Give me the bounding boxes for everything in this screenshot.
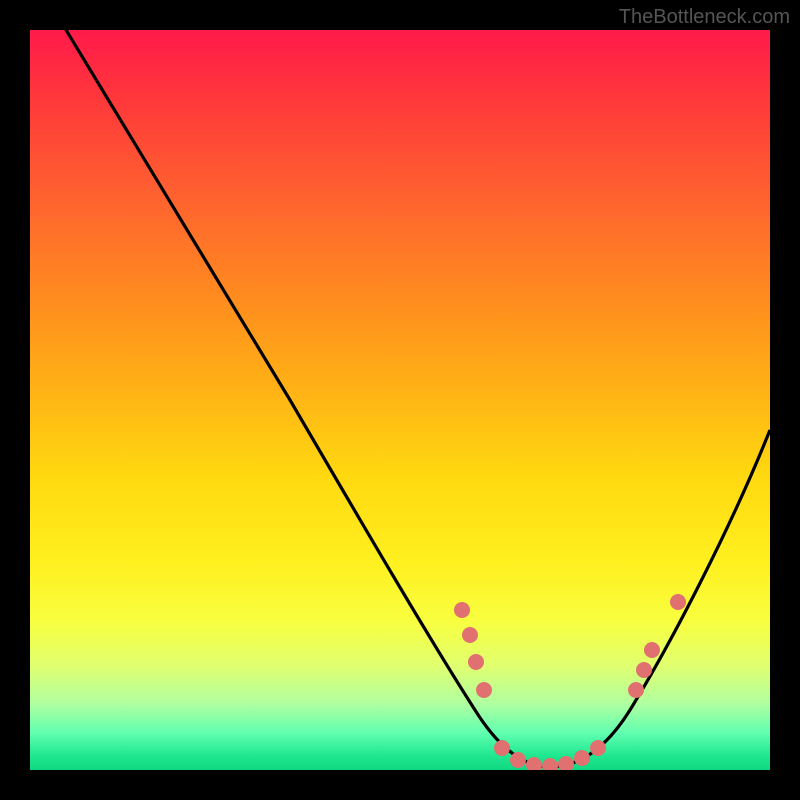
marker-dot [558, 756, 574, 770]
marker-dot [574, 750, 590, 766]
marker-group [454, 594, 686, 770]
marker-dot [526, 757, 542, 770]
bottleneck-curve [60, 30, 770, 767]
curve-layer [30, 30, 770, 770]
watermark-text: TheBottleneck.com [619, 6, 790, 29]
marker-dot [670, 594, 686, 610]
marker-dot [542, 758, 558, 770]
chart-root: TheBottleneck.com [0, 0, 800, 800]
marker-dot [636, 662, 652, 678]
marker-dot [476, 682, 492, 698]
plot-area [30, 30, 770, 770]
marker-dot [510, 752, 526, 768]
marker-dot [590, 740, 606, 756]
marker-dot [644, 642, 660, 658]
marker-dot [628, 682, 644, 698]
marker-dot [494, 740, 510, 756]
marker-dot [468, 654, 484, 670]
marker-dot [454, 602, 470, 618]
marker-dot [462, 627, 478, 643]
